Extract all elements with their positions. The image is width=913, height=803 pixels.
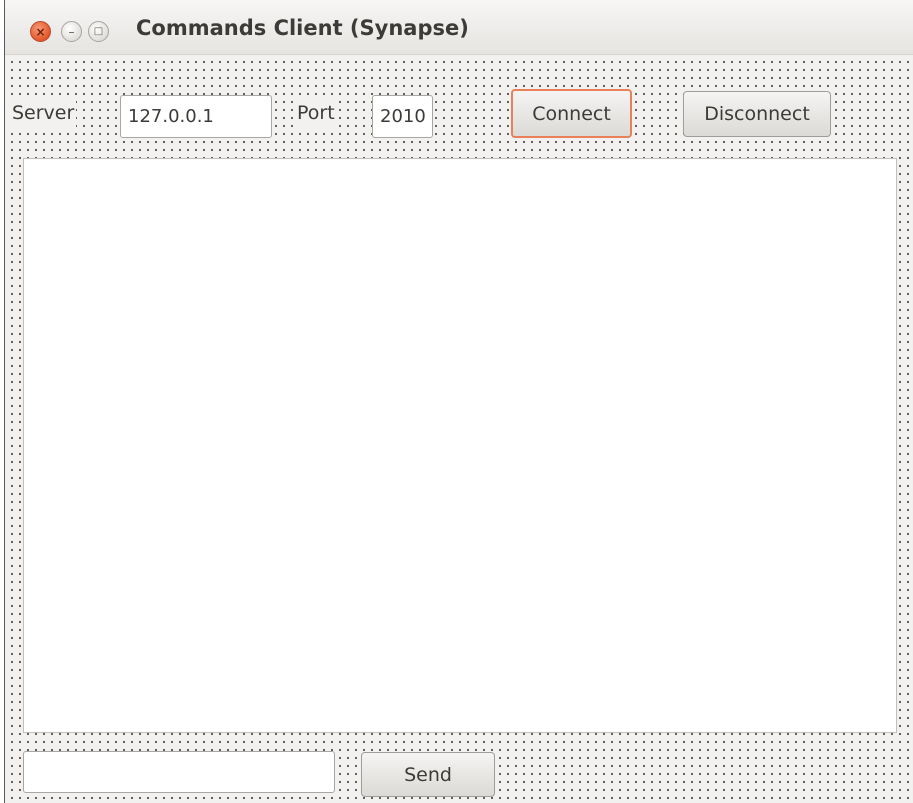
- form-client-area: Server 127.0.0.1 Port 2010 Connect Disco…: [5, 55, 913, 803]
- title-bar[interactable]: × – □ Commands Client (Synapse): [5, 0, 913, 55]
- output-log-area[interactable]: [23, 158, 897, 733]
- connect-button[interactable]: Connect: [511, 89, 632, 138]
- window-title: Commands Client (Synapse): [136, 16, 469, 40]
- minimize-icon: –: [68, 24, 75, 39]
- disconnect-button[interactable]: Disconnect: [683, 91, 831, 137]
- server-label: Server: [10, 99, 77, 127]
- maximize-icon: □: [93, 25, 104, 37]
- close-icon: ×: [35, 24, 46, 39]
- command-input[interactable]: [23, 751, 335, 793]
- server-input[interactable]: 127.0.0.1: [120, 95, 272, 138]
- maximize-window-button[interactable]: □: [88, 21, 109, 42]
- app-window: × – □ Commands Client (Synapse) Server 1…: [4, 0, 913, 803]
- send-button[interactable]: Send: [361, 752, 495, 797]
- port-input[interactable]: 2010: [372, 95, 433, 138]
- minimize-window-button[interactable]: –: [61, 21, 82, 42]
- close-window-button[interactable]: ×: [30, 21, 51, 42]
- port-label: Port: [295, 99, 337, 127]
